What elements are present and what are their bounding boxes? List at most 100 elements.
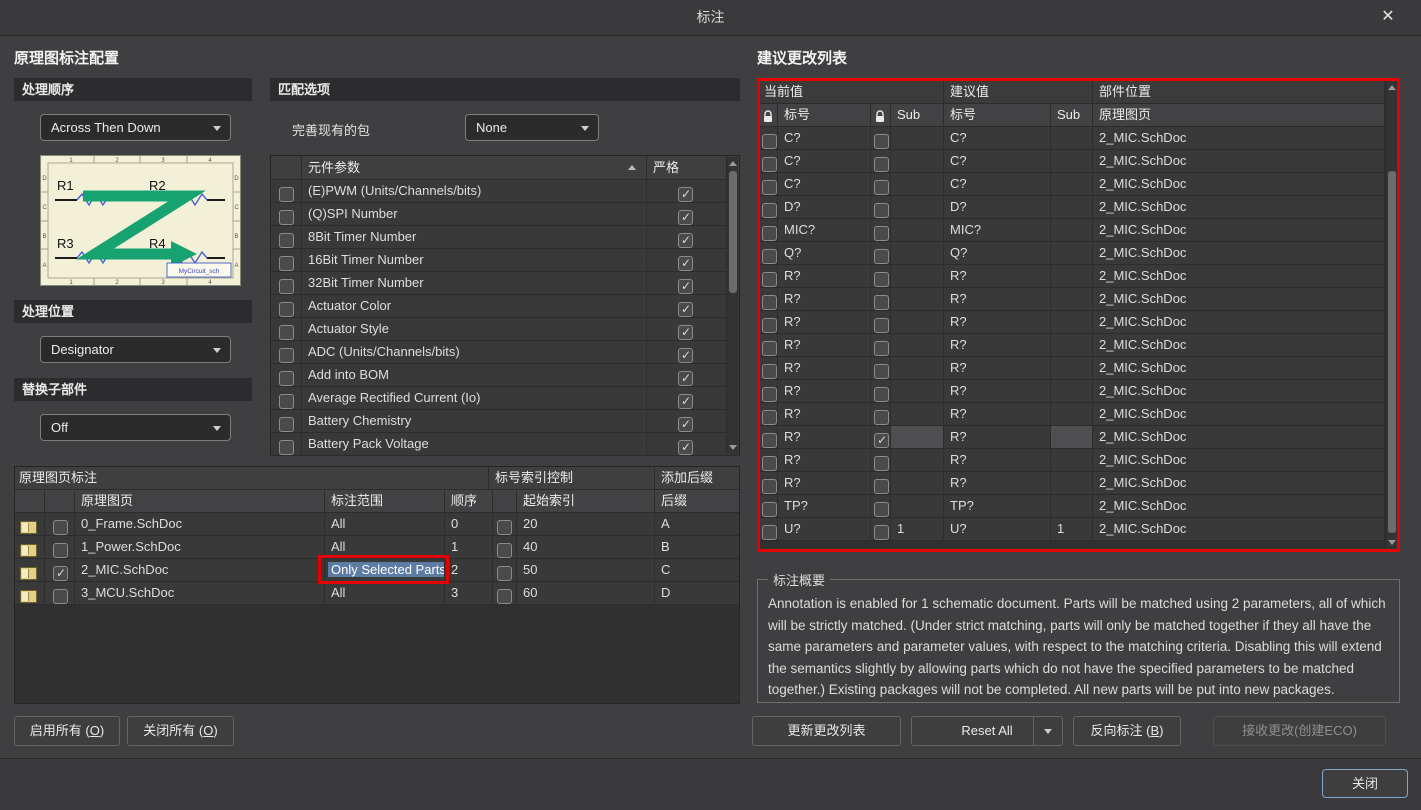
change-row[interactable]: R? R? 2_MIC.SchDoc [760, 403, 1397, 426]
subparts-dropdown[interactable]: Off [40, 414, 231, 441]
param-checkbox[interactable] [279, 440, 294, 455]
param-row[interactable]: (E)PWM (Units/Channels/bits) [271, 180, 739, 203]
scope-cell[interactable]: Only Selected Parts [325, 559, 445, 581]
param-checkbox[interactable] [279, 325, 294, 340]
change-checkbox[interactable] [762, 134, 777, 149]
sheet-row[interactable]: 3_MCU.SchDoc All 3 60 D [15, 582, 739, 605]
processing-order-dropdown[interactable]: Across Then Down [40, 114, 231, 141]
scrollbar-thumb[interactable] [729, 171, 737, 293]
sub-checkbox[interactable] [874, 134, 889, 149]
change-checkbox[interactable] [762, 341, 777, 356]
change-checkbox[interactable] [762, 180, 777, 195]
scope-column-header[interactable]: 标注范围 [325, 490, 445, 512]
param-checkbox[interactable] [279, 394, 294, 409]
param-row[interactable]: Battery Pack Voltage [271, 433, 739, 456]
change-row[interactable]: Q? Q? 2_MIC.SchDoc [760, 242, 1397, 265]
back-annotate-button[interactable]: 反向标注 (B) [1073, 716, 1181, 746]
sheet-row[interactable]: 0_Frame.SchDoc All 0 20 A [15, 513, 739, 536]
suffix-cell[interactable]: C [655, 559, 739, 581]
proposed-designator-column-header[interactable]: 标号 [944, 104, 1051, 126]
change-row[interactable]: D? D? 2_MIC.SchDoc [760, 196, 1397, 219]
strict-checkbox[interactable] [678, 390, 693, 409]
change-checkbox[interactable] [762, 249, 777, 264]
strict-checkbox[interactable] [678, 229, 693, 248]
change-row[interactable]: C? C? 2_MIC.SchDoc [760, 150, 1397, 173]
change-row[interactable]: R? R? 2_MIC.SchDoc [760, 288, 1397, 311]
param-row[interactable]: Average Rectified Current (Io) [271, 387, 739, 410]
change-row[interactable]: R? R? 2_MIC.SchDoc [760, 380, 1397, 403]
sheet-enable-checkbox[interactable] [53, 543, 68, 558]
change-row[interactable]: R? R? 2_MIC.SchDoc [760, 472, 1397, 495]
change-checkbox[interactable] [762, 479, 777, 494]
sub-checkbox[interactable] [874, 157, 889, 172]
order-cell[interactable]: 1 [445, 536, 493, 558]
sub-checkbox[interactable] [874, 479, 889, 494]
param-column-header[interactable]: 元件参数 [302, 156, 647, 179]
change-checkbox[interactable] [762, 433, 777, 448]
change-row[interactable]: R? R? 2_MIC.SchDoc [760, 449, 1397, 472]
strict-checkbox[interactable] [678, 252, 693, 271]
param-row[interactable]: Add into BOM [271, 364, 739, 387]
change-row[interactable]: C? C? 2_MIC.SchDoc [760, 127, 1397, 150]
change-row[interactable]: R? R? 2_MIC.SchDoc [760, 334, 1397, 357]
change-checkbox[interactable] [762, 456, 777, 471]
strict-column-header[interactable]: 严格 [647, 156, 727, 179]
strict-checkbox[interactable] [678, 275, 693, 294]
strict-checkbox[interactable] [678, 367, 693, 386]
sub-checkbox[interactable] [874, 226, 889, 241]
change-checkbox[interactable] [762, 502, 777, 517]
change-checkbox[interactable] [762, 226, 777, 241]
scroll-down-icon[interactable] [1388, 540, 1396, 545]
param-row[interactable]: Actuator Color [271, 295, 739, 318]
index-checkbox[interactable] [497, 566, 512, 581]
strict-checkbox[interactable] [678, 206, 693, 225]
change-checkbox[interactable] [762, 272, 777, 287]
sub-checkbox[interactable] [874, 387, 889, 402]
order-cell[interactable]: 0 [445, 513, 493, 535]
strict-checkbox[interactable] [678, 298, 693, 317]
sheet-enable-checkbox[interactable] [53, 589, 68, 604]
scope-cell[interactable]: All [325, 536, 445, 558]
change-checkbox[interactable] [762, 387, 777, 402]
param-row[interactable]: Battery Chemistry [271, 410, 739, 433]
reset-all-button[interactable]: Reset All [911, 716, 1063, 746]
change-checkbox[interactable] [762, 157, 777, 172]
strict-checkbox[interactable] [678, 436, 693, 455]
strict-checkbox[interactable] [678, 183, 693, 202]
processing-location-dropdown[interactable]: Designator [40, 336, 231, 363]
param-row[interactable]: (Q)SPI Number [271, 203, 739, 226]
update-change-list-button[interactable]: 更新更改列表 [752, 716, 901, 746]
change-checkbox[interactable] [762, 364, 777, 379]
index-checkbox[interactable] [497, 543, 512, 558]
index-checkbox[interactable] [497, 520, 512, 535]
sub-checkbox[interactable] [874, 364, 889, 379]
scope-cell[interactable]: All [325, 582, 445, 604]
sub-checkbox[interactable] [874, 180, 889, 195]
sheet-row[interactable]: 2_MIC.SchDocOnly Selected Parts2 50C [15, 559, 739, 582]
start-index-cell[interactable]: 60 [517, 582, 655, 604]
enable-all-button[interactable]: 启用所有 (O) [14, 716, 120, 746]
change-checkbox[interactable] [762, 410, 777, 425]
param-row[interactable]: 16Bit Timer Number [271, 249, 739, 272]
strict-checkbox[interactable] [678, 413, 693, 432]
order-column-header[interactable]: 顺序 [445, 490, 493, 512]
param-checkbox[interactable] [279, 256, 294, 271]
close-icon[interactable]: ✕ [1375, 4, 1401, 30]
close-button[interactable]: 关闭 [1322, 769, 1408, 798]
param-row[interactable]: ADC (Units/Channels/bits) [271, 341, 739, 364]
sub-checkbox[interactable] [874, 410, 889, 425]
param-checkbox[interactable] [279, 371, 294, 386]
scope-value-selected[interactable]: Only Selected Parts [328, 562, 444, 577]
strict-checkbox[interactable] [678, 321, 693, 340]
index-checkbox[interactable] [497, 589, 512, 604]
change-row[interactable]: R? R? 2_MIC.SchDoc [760, 357, 1397, 380]
start-index-cell[interactable]: 50 [517, 559, 655, 581]
start-index-cell[interactable]: 20 [517, 513, 655, 535]
current-sub-column-header[interactable]: Sub [891, 104, 944, 126]
current-designator-column-header[interactable]: 标号 [778, 104, 871, 126]
param-row[interactable]: 32Bit Timer Number [271, 272, 739, 295]
sub-checkbox[interactable] [874, 272, 889, 287]
sub-checkbox[interactable] [874, 502, 889, 517]
sheet-enable-checkbox[interactable] [53, 520, 68, 535]
reset-all-dropdown-icon[interactable] [1033, 717, 1062, 745]
